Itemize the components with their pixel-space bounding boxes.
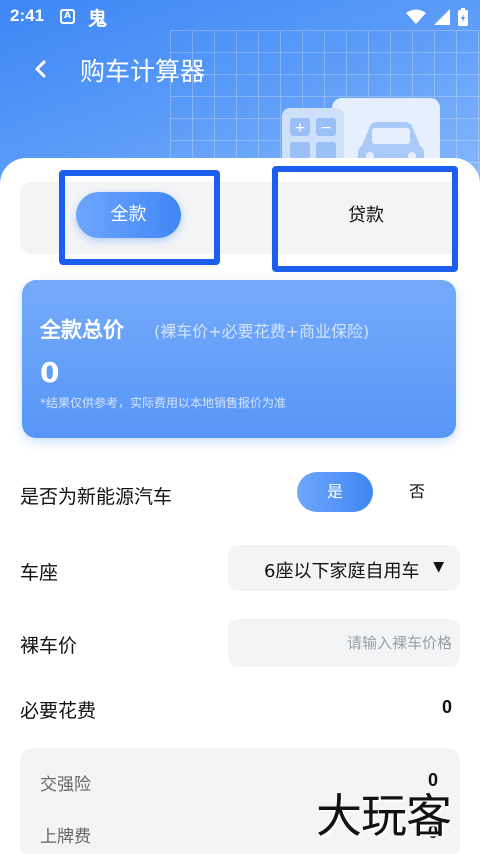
watermark: 大玩客 <box>316 789 452 843</box>
new-energy-no-button[interactable]: 否 <box>395 472 439 512</box>
fee-item-label: 交强险 <box>40 775 91 795</box>
page-title: 购车计算器 <box>80 57 206 86</box>
dropdown-triangle-icon: ▼ <box>433 559 444 575</box>
necessary-fees-value: 0 <box>441 697 452 717</box>
notification-a-icon: A <box>60 9 75 24</box>
car-price-field-wrapper <box>228 619 460 667</box>
svg-text:+: + <box>294 120 306 136</box>
status-time: 2:41 <box>10 6 45 25</box>
highlight-box-full <box>59 170 220 265</box>
necessary-fees-label: 必要花费 <box>20 700 97 722</box>
fee-item-label: 上牌费 <box>40 827 91 847</box>
seats-select[interactable]: 6座以下家庭自用车 ▼ <box>228 545 460 591</box>
status-bar: 2:41 A 鬼 <box>0 0 480 34</box>
total-price-card: 全款总价 (裸车价+必要花费+商业保险) 0 *结果仅供参考，实际费用以本地销售… <box>22 280 456 438</box>
total-amount: 0 <box>40 356 60 389</box>
battery-icon <box>458 8 468 26</box>
svg-text:−: − <box>320 120 332 136</box>
chevron-left-icon[interactable] <box>28 54 56 84</box>
car-price-label: 裸车价 <box>20 635 78 657</box>
notification-app-icon: 鬼 <box>88 8 108 30</box>
new-energy-label: 是否为新能源汽车 <box>20 486 173 508</box>
total-subtitle: (裸车价+必要花费+商业保险) <box>154 322 370 341</box>
disclaimer-note: *结果仅供参考，实际费用以本地销售报价为准 <box>40 396 287 410</box>
highlight-box-loan <box>272 166 458 272</box>
wifi-icon <box>406 9 426 24</box>
signal-icon <box>434 9 450 25</box>
new-energy-yes-button[interactable]: 是 <box>297 472 373 512</box>
car-price-input[interactable] <box>228 619 460 667</box>
app-bar: 购车计算器 <box>0 48 480 94</box>
system-icons <box>406 8 468 26</box>
seats-label: 车座 <box>20 562 59 584</box>
seats-value: 6座以下家庭自用车 <box>264 561 420 582</box>
total-title: 全款总价 <box>40 318 124 342</box>
